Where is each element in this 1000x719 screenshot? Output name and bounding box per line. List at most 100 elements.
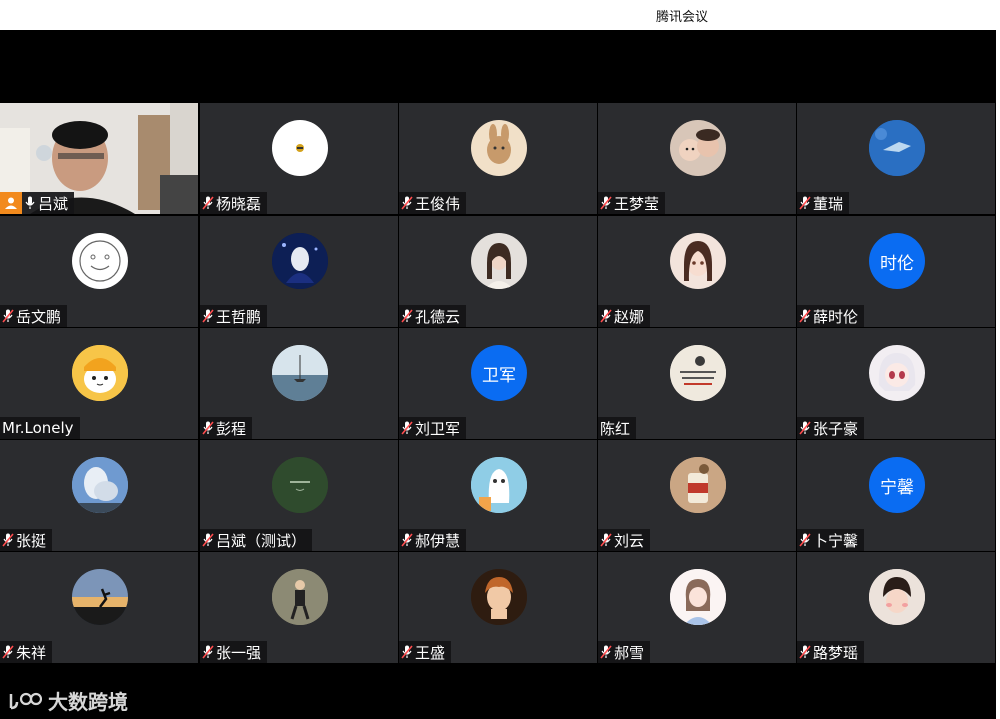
- participant-name: 张子豪: [813, 419, 859, 438]
- window-title: 腾讯会议: [656, 10, 709, 25]
- avatar: 卫军: [471, 345, 527, 401]
- participant-tile[interactable]: 王俊伟: [399, 103, 597, 214]
- avatar: 宁馨: [869, 457, 925, 513]
- participant-label: 薛时伦: [797, 305, 865, 327]
- participant-name: 陈红: [600, 419, 631, 438]
- muted-mic-icon: [598, 192, 614, 214]
- participant-label: 王俊伟: [399, 192, 467, 214]
- participant-name: 王哲鹏: [216, 307, 262, 326]
- participant-name: 岳文鹏: [16, 307, 62, 326]
- participant-label: 刘云: [598, 529, 651, 551]
- avatar: [471, 120, 527, 176]
- participant-name: 彭程: [216, 419, 247, 438]
- participant-tile[interactable]: Mr.Lonely: [0, 328, 198, 439]
- participant-name: 张一强: [216, 643, 262, 662]
- muted-mic-icon: [797, 641, 813, 663]
- participant-tile[interactable]: 吕斌: [0, 103, 198, 214]
- participant-label: 彭程: [200, 417, 253, 439]
- participant-tile[interactable]: 路梦瑶: [797, 552, 995, 663]
- muted-mic-icon: [0, 641, 16, 663]
- participant-name: Mr.Lonely: [2, 419, 74, 437]
- microphone-icon: [22, 192, 38, 214]
- participant-tile[interactable]: 董瑞: [797, 103, 995, 214]
- participant-tile[interactable]: 张子豪: [797, 328, 995, 439]
- participant-tile[interactable]: 宁馨 卜宁馨: [797, 440, 995, 551]
- avatar: [869, 120, 925, 176]
- participant-tile[interactable]: 孔德云: [399, 216, 597, 327]
- participant-label: Mr.Lonely: [0, 417, 80, 439]
- avatar: [72, 345, 128, 401]
- participant-tile[interactable]: 时伦 薛时伦: [797, 216, 995, 327]
- participant-tile[interactable]: 郝雪: [598, 552, 796, 663]
- participant-name: 郝伊慧: [415, 531, 461, 550]
- participant-tile[interactable]: 彭程: [200, 328, 398, 439]
- avatar: [272, 345, 328, 401]
- participant-label: 孔德云: [399, 305, 467, 327]
- muted-mic-icon: [0, 305, 16, 327]
- participant-tile[interactable]: 郝伊慧: [399, 440, 597, 551]
- avatar: [272, 569, 328, 625]
- participant-label: 王盛: [399, 641, 452, 663]
- watermark: 大数跨境: [8, 686, 128, 715]
- host-icon: [0, 192, 22, 214]
- participant-label: 朱祥: [0, 641, 53, 663]
- participant-name: 杨晓磊: [216, 194, 262, 213]
- avatar: [670, 345, 726, 401]
- participant-name: 王盛: [415, 643, 446, 662]
- participant-tile[interactable]: 刘云: [598, 440, 796, 551]
- participant-label: 王哲鹏: [200, 305, 268, 327]
- participant-tile[interactable]: 吕斌（测试）: [200, 440, 398, 551]
- participant-tile[interactable]: 杨晓磊: [200, 103, 398, 214]
- avatar-initials: 时伦: [880, 253, 914, 274]
- participant-tile[interactable]: 赵娜: [598, 216, 796, 327]
- avatar: [72, 233, 128, 289]
- logo-icon: [9, 692, 42, 709]
- avatar: [471, 457, 527, 513]
- avatar: [670, 569, 726, 625]
- participant-tile[interactable]: 陈红: [598, 328, 796, 439]
- window-edge: [996, 30, 1000, 719]
- participant-name: 吕斌: [38, 194, 69, 213]
- participant-grid: 吕斌 杨晓磊 王俊伟 王梦莹 董瑞 岳文鹏 王哲鹏 孔德云 赵娜 时伦 薛时伦 …: [0, 103, 996, 665]
- participant-tile[interactable]: 朱祥: [0, 552, 198, 663]
- muted-mic-icon: [200, 529, 216, 551]
- participant-tile[interactable]: 王梦莹: [598, 103, 796, 214]
- participant-label: 张子豪: [797, 417, 865, 439]
- participant-name: 王俊伟: [415, 194, 461, 213]
- avatar: [869, 569, 925, 625]
- muted-mic-icon: [399, 417, 415, 439]
- participant-name: 孔德云: [415, 307, 461, 326]
- avatar: [72, 569, 128, 625]
- avatar: [471, 569, 527, 625]
- muted-mic-icon: [0, 529, 16, 551]
- avatar: [471, 233, 527, 289]
- muted-mic-icon: [200, 305, 216, 327]
- participant-name: 朱祥: [16, 643, 47, 662]
- participant-tile[interactable]: 卫军 刘卫军: [399, 328, 597, 439]
- muted-mic-icon: [598, 305, 614, 327]
- muted-mic-icon: [399, 305, 415, 327]
- participant-tile[interactable]: 王哲鹏: [200, 216, 398, 327]
- avatar: 时伦: [869, 233, 925, 289]
- participant-tile[interactable]: 岳文鹏: [0, 216, 198, 327]
- muted-mic-icon: [797, 417, 813, 439]
- avatar: [869, 345, 925, 401]
- participant-label: 郝伊慧: [399, 529, 467, 551]
- participant-tile[interactable]: 张挺: [0, 440, 198, 551]
- participant-name: 刘卫军: [415, 419, 461, 438]
- participant-name: 卜宁馨: [813, 531, 859, 550]
- muted-mic-icon: [797, 529, 813, 551]
- participant-tile[interactable]: 王盛: [399, 552, 597, 663]
- avatar: [272, 457, 328, 513]
- participant-label: 刘卫军: [399, 417, 467, 439]
- participant-label: 卜宁馨: [797, 529, 865, 551]
- muted-mic-icon: [399, 641, 415, 663]
- avatar: [670, 120, 726, 176]
- participant-label: 郝雪: [598, 641, 651, 663]
- participant-label: 张挺: [0, 529, 53, 551]
- avatar-initials: 宁馨: [880, 477, 914, 498]
- participant-tile[interactable]: 张一强: [200, 552, 398, 663]
- muted-mic-icon: [399, 192, 415, 214]
- participant-name: 刘云: [614, 531, 645, 550]
- participant-label: 杨晓磊: [200, 192, 268, 214]
